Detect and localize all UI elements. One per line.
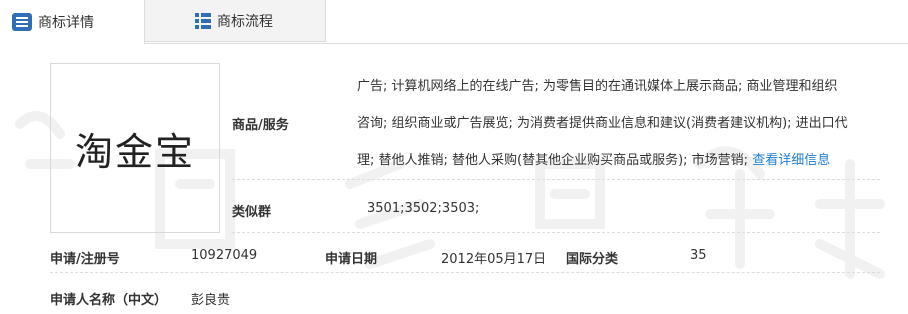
applicant-name-value: 彭良贵: [191, 293, 231, 308]
divider: [232, 179, 880, 180]
trademark-logo: 淘金宝: [50, 63, 220, 233]
tab-trademark-details-label: 商标详情: [38, 15, 94, 31]
apply-date-label: 申请日期: [325, 252, 378, 267]
intl-class-value: 35: [690, 248, 707, 263]
trademark-logo-text: 淘金宝: [74, 129, 195, 174]
goods-services-line: 广告; 计算机网络上的在线广告; 为零售目的在通讯媒体上展示商品; 商业管理和组…: [357, 79, 838, 94]
intl-class-label: 国际分类: [566, 252, 619, 267]
tab-trademark-process[interactable]: 商标流程: [145, 0, 326, 42]
trademark-detail-panel: 淘金宝 商品/服务 广告; 计算机网络上的在线广告; 为零售目的在通讯媒体上展示…: [0, 44, 908, 314]
divider: [50, 272, 880, 273]
registration-number-label: 申请/注册号: [50, 252, 120, 267]
goods-services-label: 商品/服务: [232, 118, 289, 133]
apply-date-value: 2012年05月17日: [441, 252, 547, 267]
similar-group-value: 3501;3502;3503;: [367, 201, 480, 216]
divider: [232, 232, 880, 233]
similar-group-label: 类似群: [232, 205, 272, 220]
tab-trademark-details[interactable]: 商标详情: [0, 0, 145, 44]
goods-services-line: 理; 替他人推销; 替他人采购(替其他企业购买商品或服务); 市场营销; 查看详…: [357, 153, 831, 168]
applicant-name-label: 申请人名称（中文）: [50, 293, 168, 308]
goods-services-list: 广告; 计算机网络上的在线广告; 为零售目的在通讯媒体上展示商品; 商业管理和组…: [357, 68, 887, 179]
list-icon: [12, 13, 32, 31]
view-details-link[interactable]: 查看详细信息: [752, 153, 830, 168]
tab-trademark-process-label: 商标流程: [217, 13, 273, 30]
grid-list-icon: [195, 12, 211, 29]
goods-services-line: 咨询; 组织商业或广告展览; 为消费者提供商业信息和建议(消费者建议机构); 进…: [357, 116, 848, 131]
tab-bar: 商标详情 商标流程: [0, 0, 908, 44]
registration-number-value: 10927049: [191, 248, 258, 263]
